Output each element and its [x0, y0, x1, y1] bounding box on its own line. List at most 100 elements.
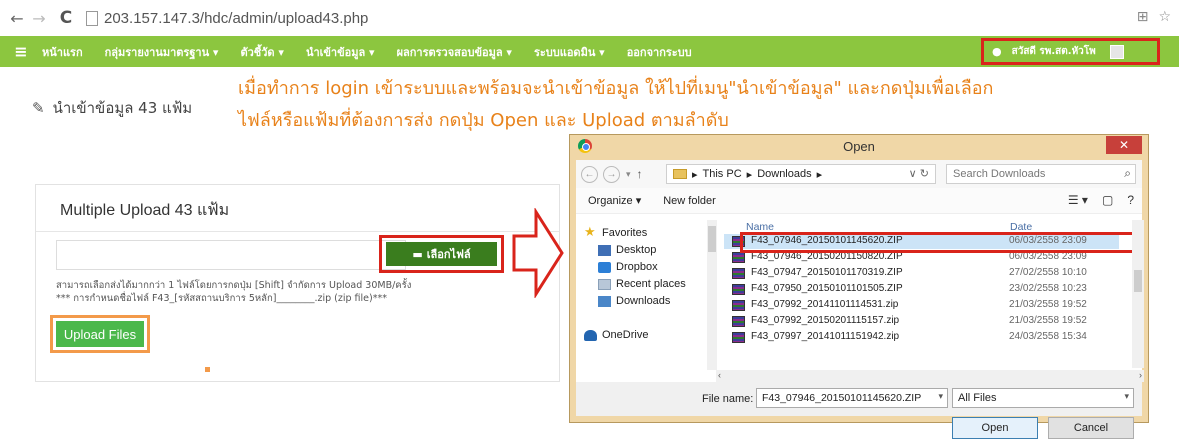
- instruction-annotation: เมื่อทำการ login เข้าระบบและพร้อมจะนำเข้…: [238, 73, 1173, 137]
- chevron-left-icon[interactable]: ‹: [718, 370, 721, 380]
- help-text: สามารถเลือกส่งได้มากกว่า 1 ไฟล์โดยการกดป…: [56, 279, 411, 305]
- sidebar-item-label: Favorites: [602, 226, 648, 239]
- selected-file-highlight: [740, 232, 1135, 253]
- forward-icon[interactable]: →: [603, 165, 620, 183]
- upload-files-button[interactable]: Upload Files: [56, 321, 144, 347]
- table-row[interactable]: F43_07950_20150101101505.ZIP 23/02/2558 …: [724, 282, 1119, 297]
- nav-item-import[interactable]: นำเข้าข้อมูล ▾: [306, 43, 375, 61]
- sidebar-item-recent[interactable]: Recent places: [598, 278, 686, 290]
- horizontal-scrollbar[interactable]: ‹ ›: [716, 370, 1144, 382]
- zip-file-icon: [732, 284, 745, 295]
- reload-icon[interactable]: C: [56, 8, 76, 28]
- open-file-dialog: Open ✕ ← → ▾ ↑ ▸ This PC ▸ Downloads ▸ ∨…: [569, 134, 1149, 439]
- forward-arrow-icon[interactable]: →: [28, 9, 50, 28]
- url-field[interactable]: 203.157.147.3/hdc/admin/upload43.php: [104, 10, 368, 27]
- sidebar-item-dropbox[interactable]: Dropbox: [598, 261, 658, 273]
- table-row[interactable]: F43_07992_20141101114531.zip 21/03/2558 …: [724, 298, 1119, 313]
- star-icon: ★: [584, 224, 596, 239]
- separator-icon: ▸: [692, 168, 698, 181]
- file-list-scrollbar[interactable]: [1132, 220, 1144, 368]
- navigation-pane: ★ Favorites Desktop Dropbox Recent place…: [576, 220, 717, 370]
- chevron-down-icon[interactable]: ▾: [938, 391, 943, 402]
- arrow-icon: [512, 208, 564, 298]
- chevron-right-icon[interactable]: ›: [1139, 370, 1142, 380]
- file-name-label: File name:: [702, 393, 754, 405]
- refresh-icon[interactable]: ∨ ↻: [909, 167, 929, 180]
- edit-icon: ✎: [32, 99, 45, 117]
- dialog-address-row: ← → ▾ ↑ ▸ This PC ▸ Downloads ▸ ∨ ↻ Sear…: [576, 160, 1142, 188]
- sidebar-item-onedrive[interactable]: OneDrive: [584, 329, 648, 341]
- zip-file-icon: [732, 332, 745, 343]
- nav-scrollbar-thumb[interactable]: [708, 226, 716, 252]
- dialog-body: ← → ▾ ↑ ▸ This PC ▸ Downloads ▸ ∨ ↻ Sear…: [576, 160, 1144, 439]
- file-name: F43_07947_20150101170319.ZIP: [751, 267, 903, 278]
- nav-item-indicators[interactable]: ตัวชี้วัด ▾: [240, 43, 283, 61]
- up-arrow-icon[interactable]: ↑: [637, 167, 643, 181]
- file-name-input[interactable]: F43_07946_20150101145620.ZIP ▾: [756, 388, 948, 408]
- zip-file-icon: [732, 316, 745, 327]
- history-dropdown-icon[interactable]: ▾: [626, 169, 631, 180]
- file-date: 27/02/2558 10:10: [1009, 267, 1087, 278]
- page-icon: [86, 10, 98, 26]
- divider: [36, 231, 559, 232]
- close-icon[interactable]: ✕: [1106, 136, 1142, 154]
- user-box[interactable]: ● สวัสดี รพ.สต.หัวโพ: [981, 38, 1160, 65]
- loading-dot: [205, 367, 210, 372]
- file-date: 23/02/2558 10:23: [1009, 283, 1087, 294]
- upload-highlight: Upload Files: [50, 315, 150, 353]
- breadcrumb-this-pc[interactable]: This PC: [703, 168, 742, 180]
- back-arrow-icon[interactable]: ←: [6, 9, 28, 28]
- path-breadcrumb[interactable]: ▸ This PC ▸ Downloads ▸ ∨ ↻: [666, 164, 936, 184]
- dialog-footer: File name: F43_07946_20150101145620.ZIP …: [576, 382, 1142, 439]
- table-row[interactable]: F43_07947_20150101170319.ZIP 27/02/2558 …: [724, 266, 1119, 281]
- file-date: 24/03/2558 15:34: [1009, 331, 1087, 342]
- nav-item-reports[interactable]: กลุ่มรายงานมาตรฐาน ▾: [105, 43, 219, 61]
- desktop-icon: [598, 244, 611, 256]
- file-type-select[interactable]: All Files ▾: [952, 388, 1134, 408]
- open-button[interactable]: Open: [952, 417, 1038, 439]
- avatar: [1109, 44, 1124, 59]
- instruction-line-2: ไฟล์หรือแฟ้มที่ต้องการส่ง กดปุ่ม Open แล…: [238, 110, 729, 131]
- file-date: 21/03/2558 19:52: [1009, 299, 1087, 310]
- search-placeholder: Search Downloads: [953, 168, 1046, 180]
- sidebar-item-label: OneDrive: [602, 329, 649, 341]
- breadcrumb-downloads[interactable]: Downloads: [757, 168, 811, 180]
- file-path-input[interactable]: [56, 240, 406, 270]
- menu-icon[interactable]: ≡: [0, 42, 42, 61]
- nav-scrollbar[interactable]: [707, 220, 717, 370]
- nav-item-home[interactable]: หน้าแรก: [42, 43, 83, 61]
- drop-icon: ●: [992, 45, 1002, 58]
- zip-file-icon: [732, 252, 745, 263]
- sidebar-item-desktop[interactable]: Desktop: [598, 244, 656, 256]
- panel-title: Multiple Upload 43 แฟ้ม: [60, 202, 230, 219]
- page-title-text: นำเข้าข้อมูล 43 แฟ้ม: [52, 99, 193, 117]
- help-icon[interactable]: ?: [1127, 193, 1134, 207]
- nav-item-validation[interactable]: ผลการตรวจสอบข้อมูล ▾: [397, 43, 512, 61]
- browse-button-label: เลือกไฟล์: [426, 248, 471, 261]
- dropbox-icon: [598, 261, 611, 273]
- browse-highlight: ▬ เลือกไฟล์: [379, 235, 504, 273]
- nav-item-logout[interactable]: ออกจากระบบ: [627, 43, 692, 61]
- file-name-value: F43_07946_20150101145620.ZIP: [762, 392, 922, 404]
- dialog-title: Open: [843, 139, 875, 154]
- preview-pane-icon[interactable]: ▢: [1102, 193, 1113, 207]
- translate-icon[interactable]: ⊞: [1137, 9, 1149, 25]
- sidebar-item-favorites[interactable]: ★ Favorites: [584, 224, 648, 239]
- view-options-icon[interactable]: ☰ ▾: [1068, 193, 1088, 207]
- search-input[interactable]: Search Downloads ⌕: [946, 164, 1136, 184]
- organize-button[interactable]: Organize ▾: [588, 194, 641, 207]
- sidebar-item-downloads[interactable]: Downloads: [598, 295, 670, 307]
- chevron-down-icon[interactable]: ▾: [1124, 391, 1129, 402]
- browse-button[interactable]: ▬ เลือกไฟล์: [386, 242, 497, 266]
- file-name: F43_07950_20150101101505.ZIP: [751, 283, 903, 294]
- file-list-scrollbar-thumb[interactable]: [1134, 270, 1142, 292]
- nav-item-admin[interactable]: ระบบแอดมิน ▾: [534, 43, 605, 61]
- cancel-button[interactable]: Cancel: [1048, 417, 1134, 439]
- sidebar-item-label: Recent places: [616, 278, 686, 290]
- table-row[interactable]: F43_07992_20150201115157.zip 21/03/2558 …: [724, 314, 1119, 329]
- table-row[interactable]: F43_07997_20141011151942.zip 24/03/2558 …: [724, 330, 1119, 345]
- new-folder-button[interactable]: New folder: [663, 195, 716, 207]
- back-icon[interactable]: ←: [581, 165, 598, 183]
- bookmark-star-icon[interactable]: ☆: [1158, 9, 1171, 25]
- user-name: สวัสดี รพ.สต.หัวโพ: [1011, 46, 1096, 57]
